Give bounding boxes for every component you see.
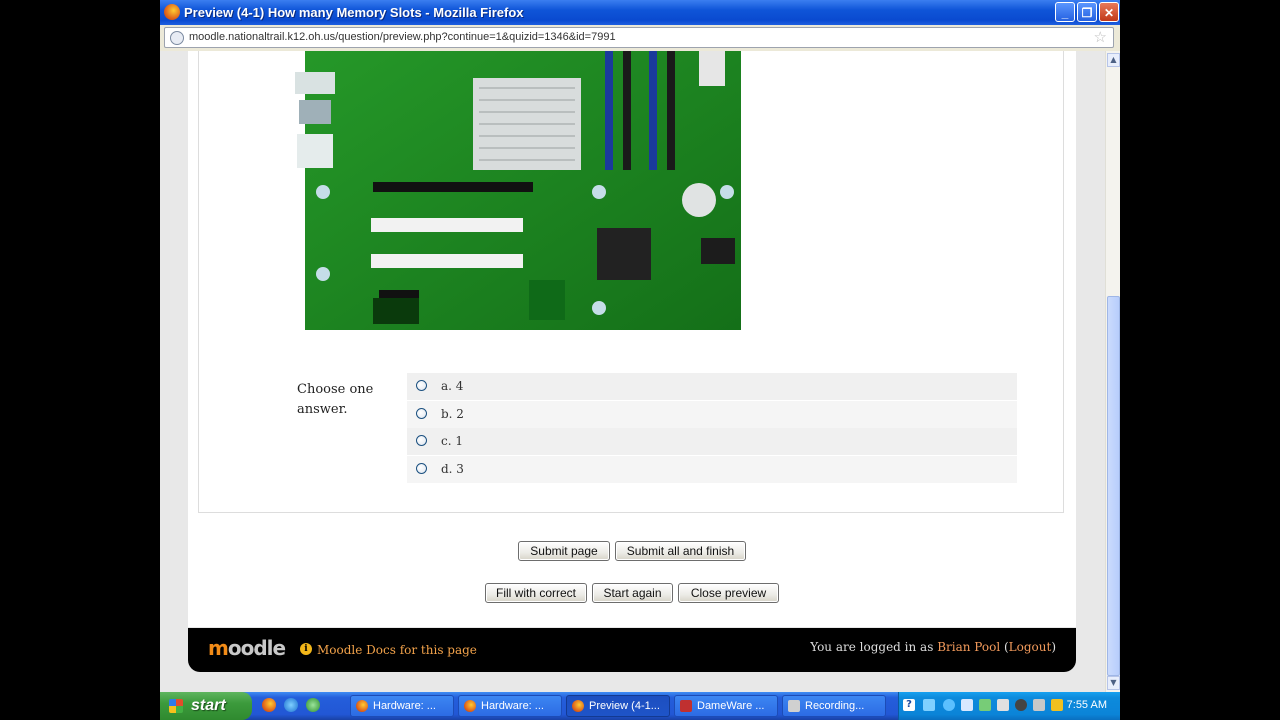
start-again-button[interactable]: Start again <box>592 583 673 603</box>
firefox-icon <box>356 700 368 712</box>
site-identity-icon[interactable] <box>170 31 184 45</box>
user-profile-link[interactable]: Brian Pool <box>937 640 1000 654</box>
recording-icon <box>788 700 800 712</box>
windows-logo-icon <box>169 699 183 713</box>
help-icon[interactable]: ? <box>903 699 915 711</box>
answer-radio-c[interactable] <box>416 435 427 446</box>
scroll-up-button[interactable]: ▲ <box>1107 53 1120 67</box>
taskbar-item-dameware[interactable]: DameWare ... <box>674 695 778 717</box>
choose-one-label: Choose one answer. <box>297 382 374 417</box>
start-button[interactable]: start <box>160 692 252 720</box>
firefox-icon <box>164 4 180 20</box>
url-text: moodle.nationaltrail.k12.oh.us/question/… <box>189 31 616 43</box>
answer-option-d[interactable]: d. 3 <box>407 455 1017 483</box>
url-input[interactable]: moodle.nationaltrail.k12.oh.us/question/… <box>164 27 1114 48</box>
firefox-icon <box>464 700 476 712</box>
window-title-bar[interactable]: Preview (4-1) How many Memory Slots - Mo… <box>160 0 1120 25</box>
windows-taskbar: start Hardware: ... Hardware: ... Previe… <box>160 692 1120 720</box>
submit-all-and-finish-button[interactable]: Submit all and finish <box>615 541 746 561</box>
firefox-icon <box>572 700 584 712</box>
moodle-footer: moodle i Moodle Docs for this page You a… <box>188 628 1076 672</box>
answer-radio-d[interactable] <box>416 462 427 474</box>
moodle-logo[interactable]: moodle <box>208 636 286 660</box>
answer-option-a[interactable]: a. 4 <box>407 373 1017 400</box>
login-info: You are logged in as Brian Pool (Logout) <box>810 640 1056 654</box>
answer-option-b[interactable]: b. 2 <box>407 400 1017 428</box>
navigation-toolbar: moodle.nationaltrail.k12.oh.us/question/… <box>160 25 1120 52</box>
screen: Preview (4-1) How many Memory Slots - Mo… <box>160 0 1120 720</box>
clock[interactable]: 7:55 AM <box>1067 699 1107 711</box>
minimize-button[interactable]: _ <box>1055 2 1075 22</box>
answer-option-c[interactable]: c. 1 <box>407 428 1017 455</box>
system-tray: ? 7:55 AM <box>898 692 1120 720</box>
bookmark-star-icon[interactable]: ☆ <box>1094 28 1107 46</box>
network-icon[interactable] <box>923 699 935 711</box>
answer-label-d: d. 3 <box>441 461 464 476</box>
answer-label-b: b. 2 <box>441 406 464 421</box>
bluetooth-icon[interactable] <box>943 699 955 711</box>
device-icon[interactable] <box>961 699 973 711</box>
window-title: Preview (4-1) How many Memory Slots - Mo… <box>184 5 524 20</box>
page-viewport: Choose one answer. a. 4 b. 2 c. 1 d. 3 S… <box>160 51 1105 692</box>
close-window-button[interactable]: ✕ <box>1099 2 1119 22</box>
logged-in-text: You are logged in as <box>810 640 938 654</box>
logout-link[interactable]: Logout <box>1009 640 1052 654</box>
moodle-docs-link[interactable]: Moodle Docs for this page <box>317 643 477 657</box>
submit-page-button[interactable]: Submit page <box>518 541 610 561</box>
scroll-down-button[interactable]: ▼ <box>1107 676 1120 690</box>
taskbar-item-hardware-2[interactable]: Hardware: ... <box>458 695 562 717</box>
update-icon[interactable] <box>1033 699 1045 711</box>
answer-radio-a[interactable] <box>416 380 427 391</box>
taskbar-item-hardware-1[interactable]: Hardware: ... <box>350 695 454 717</box>
question-container: Choose one answer. a. 4 b. 2 c. 1 d. 3 <box>198 51 1064 513</box>
moodle-page: Choose one answer. a. 4 b. 2 c. 1 d. 3 S… <box>188 51 1076 627</box>
taskbar-item-recording[interactable]: Recording... <box>782 695 886 717</box>
dameware-icon <box>680 700 692 712</box>
answer-label-a: a. 4 <box>441 379 464 393</box>
recycle-icon[interactable] <box>979 699 991 711</box>
vertical-scrollbar[interactable]: ▲ ▼ <box>1105 51 1120 692</box>
answer-list: a. 4 b. 2 c. 1 d. 3 <box>407 373 1017 483</box>
quicklaunch-media-icon[interactable] <box>306 698 320 712</box>
motherboard-image <box>293 51 759 332</box>
display-icon[interactable] <box>997 699 1009 711</box>
scrollbar-thumb[interactable] <box>1107 296 1120 676</box>
quicklaunch-firefox-icon[interactable] <box>262 698 276 712</box>
taskbar-item-preview[interactable]: Preview (4-1... <box>566 695 670 717</box>
close-preview-button[interactable]: Close preview <box>678 583 779 603</box>
security-shield-icon[interactable] <box>1051 699 1063 711</box>
quicklaunch-ie-icon[interactable] <box>284 698 298 712</box>
maximize-button[interactable]: ❐ <box>1077 2 1097 22</box>
answer-label-c: c. 1 <box>441 434 463 448</box>
info-icon: i <box>300 643 312 655</box>
fill-with-correct-button[interactable]: Fill with correct <box>485 583 587 603</box>
answer-radio-b[interactable] <box>416 407 427 419</box>
speaker-icon[interactable] <box>1015 699 1027 711</box>
